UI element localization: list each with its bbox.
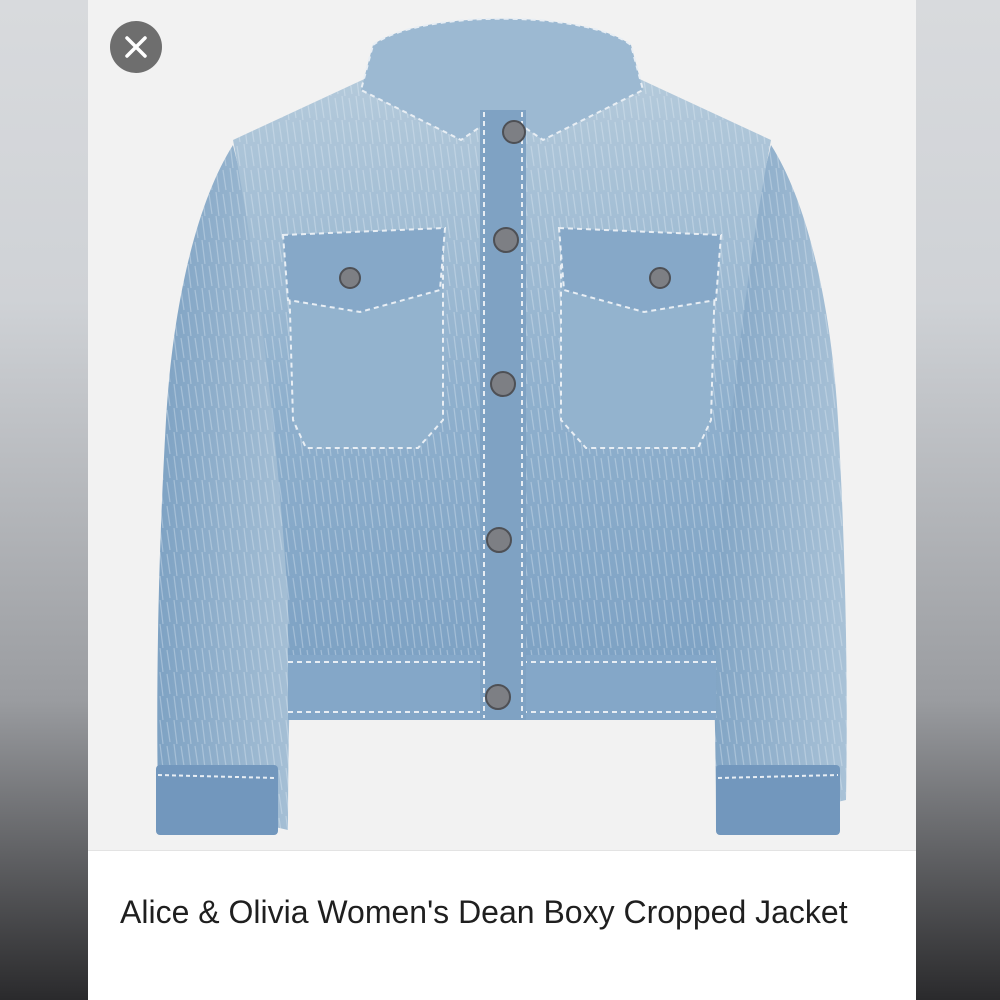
product-title: Alice & Olivia Women's Dean Boxy Cropped… (120, 894, 848, 930)
close-icon (125, 36, 147, 58)
denim-jacket-illustration (156, 17, 847, 835)
close-button[interactable] (110, 21, 162, 73)
product-card: Alice & Olivia Women's Dean Boxy Cropped… (88, 0, 916, 1000)
product-image (88, 0, 916, 850)
product-caption: Alice & Olivia Women's Dean Boxy Cropped… (88, 850, 916, 1000)
